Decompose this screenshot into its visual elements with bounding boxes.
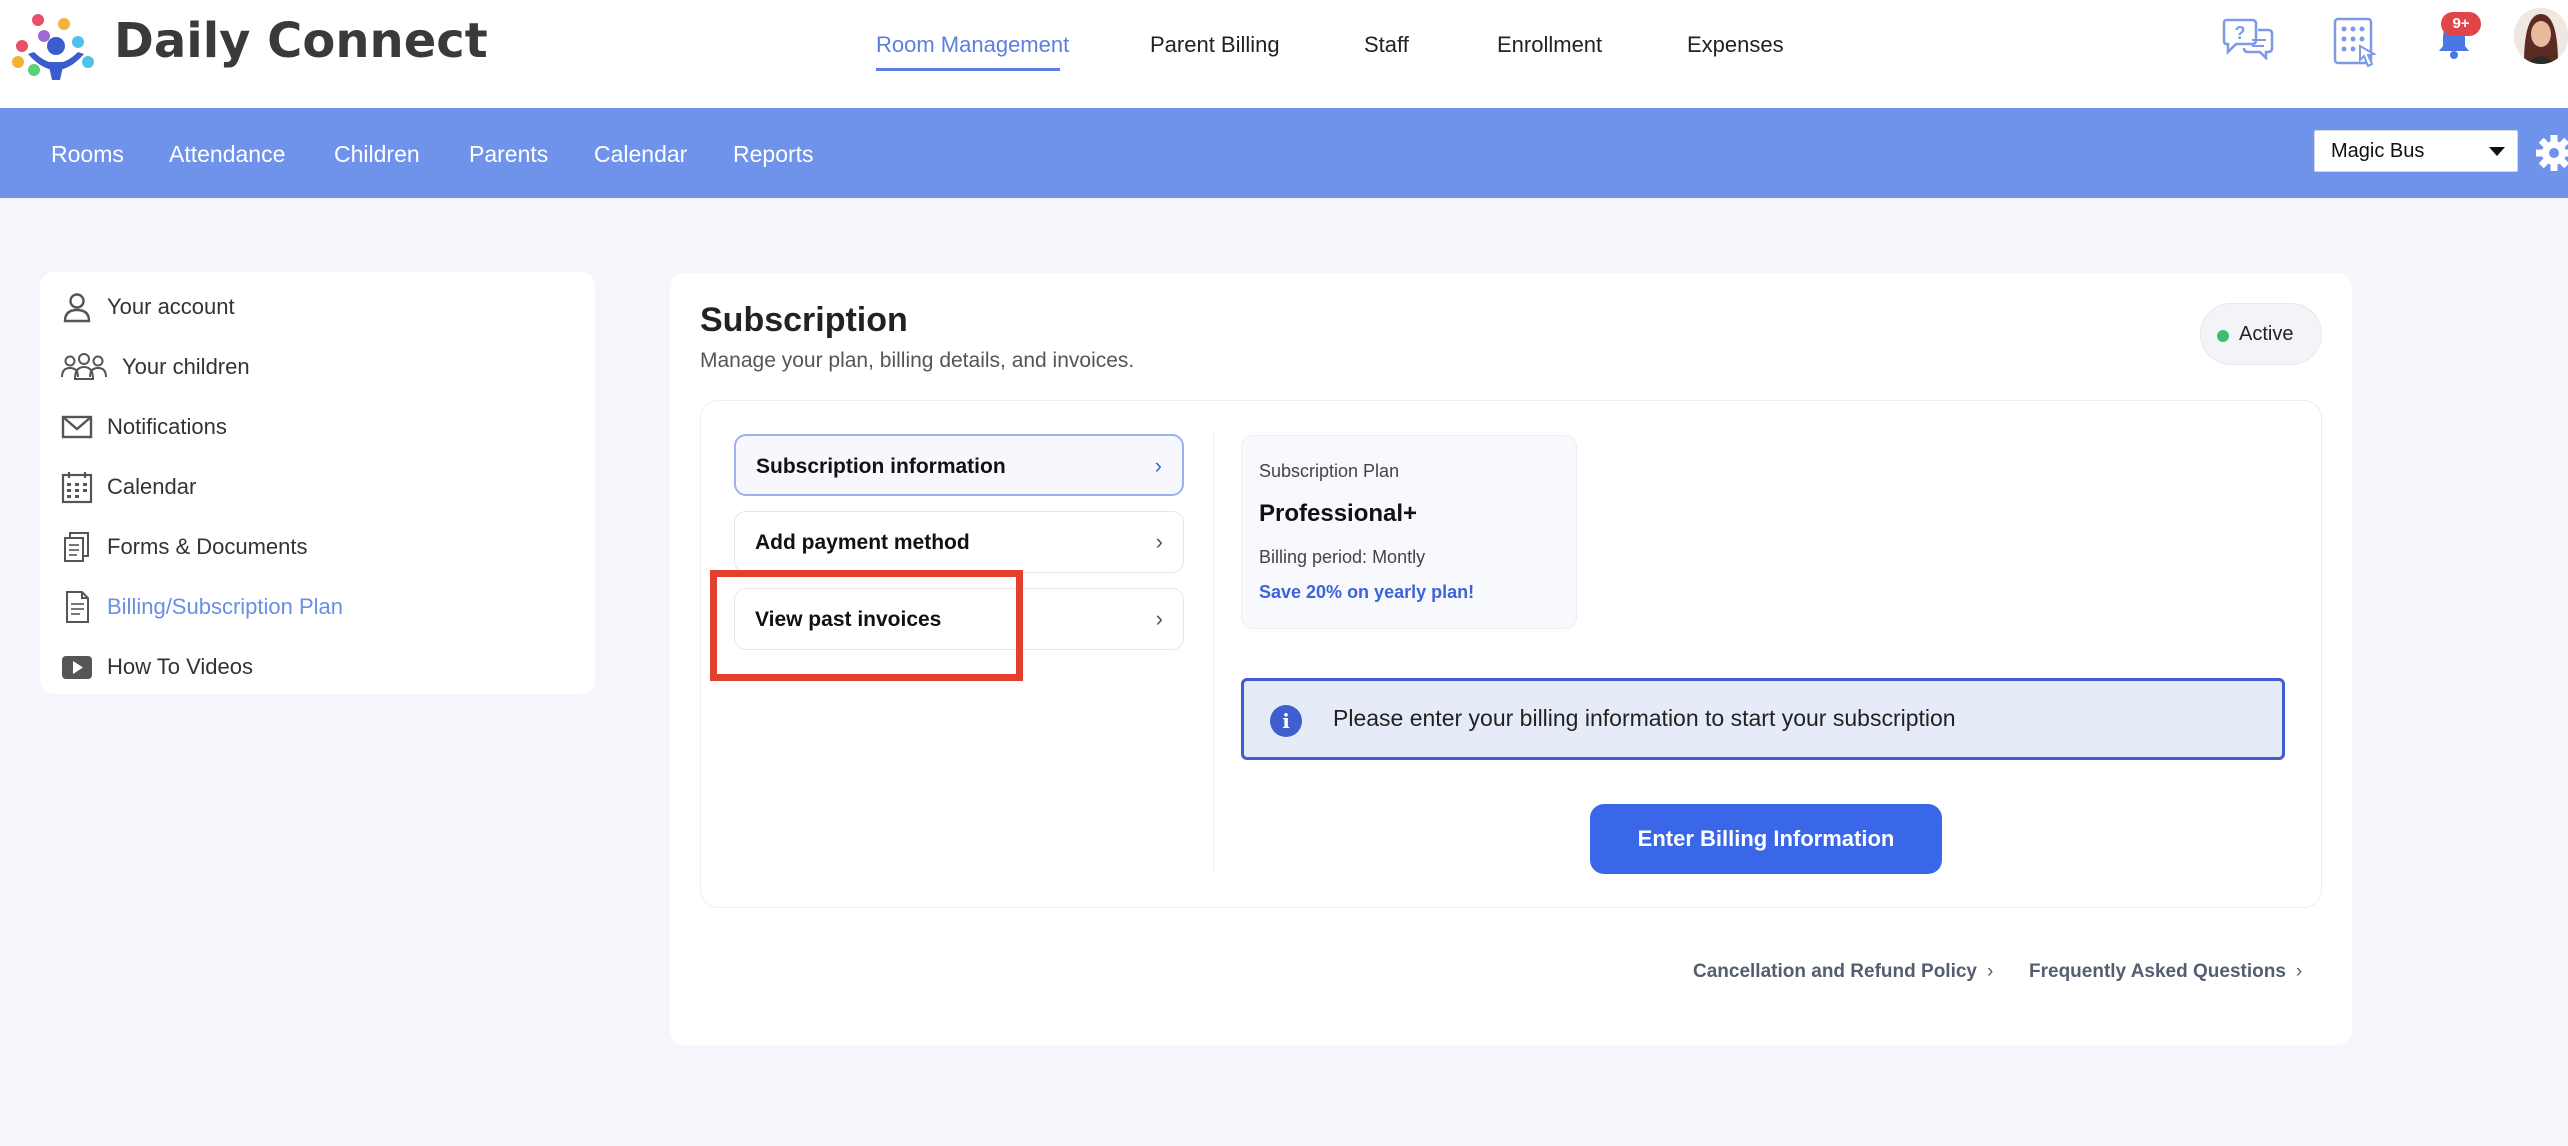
active-nav-underline bbox=[876, 68, 1060, 71]
menu-label: Subscription information bbox=[756, 455, 1006, 478]
keypad-icon[interactable] bbox=[2332, 16, 2384, 70]
chat-help-icon[interactable]: ? bbox=[2222, 16, 2274, 60]
sidebar-item-label: Billing/Subscription Plan bbox=[107, 594, 344, 619]
sidebar-item-label: Your account bbox=[107, 294, 235, 319]
status-label: Active bbox=[2239, 323, 2294, 345]
billing-period: Billing period: Montly bbox=[1259, 547, 1426, 567]
person-icon bbox=[63, 293, 91, 323]
sidebar-item-label: Forms & Documents bbox=[107, 534, 308, 559]
envelope-icon bbox=[61, 415, 93, 439]
chevron-right-icon: › bbox=[1155, 529, 1163, 554]
info-icon: i bbox=[1270, 705, 1302, 737]
sidebar-item-your-account[interactable]: Your account bbox=[40, 278, 595, 334]
sidebar-item-label: Notifications bbox=[107, 414, 227, 439]
plan-name: Professional+ bbox=[1259, 500, 1418, 527]
daily-connect-logo-icon[interactable] bbox=[8, 8, 98, 82]
invoice-icon bbox=[66, 591, 89, 623]
plan-caption: Subscription Plan bbox=[1259, 461, 1400, 481]
sidebar-item-forms-documents[interactable]: Forms & Documents bbox=[40, 518, 595, 574]
chevron-right-icon: › bbox=[2295, 961, 2303, 982]
chevron-right-icon: › bbox=[1154, 453, 1162, 478]
view-past-invoices-button[interactable]: View past invoices › bbox=[734, 588, 1184, 650]
sidebar-item-how-to-videos[interactable]: How To Videos bbox=[40, 638, 595, 694]
nav-room-management[interactable]: Room Management bbox=[876, 30, 1069, 60]
menu-label: Add payment method bbox=[755, 531, 970, 554]
sidebar-item-label: Your children bbox=[122, 354, 250, 379]
nav-expenses[interactable]: Expenses bbox=[1687, 30, 1784, 60]
app-title: Daily Connect bbox=[114, 13, 488, 69]
subnav-calendar[interactable]: Calendar bbox=[594, 140, 687, 168]
add-payment-method-button[interactable]: Add payment method › bbox=[734, 511, 1184, 573]
nav-parent-billing[interactable]: Parent Billing bbox=[1150, 30, 1280, 60]
gear-icon[interactable] bbox=[2528, 128, 2568, 178]
sidebar-item-your-children[interactable]: Your children bbox=[40, 338, 595, 394]
sidebar-item-calendar[interactable]: Calendar bbox=[40, 458, 595, 514]
sidebar-item-notifications[interactable]: Notifications bbox=[40, 398, 595, 454]
video-icon bbox=[62, 656, 92, 679]
link-label: Frequently Asked Questions bbox=[2029, 961, 2286, 982]
subnav-attendance[interactable]: Attendance bbox=[169, 140, 285, 168]
account-sidebar: Your account Your children Notifications bbox=[40, 272, 595, 694]
calendar-icon bbox=[61, 472, 93, 504]
menu-label: View past invoices bbox=[755, 608, 942, 631]
panel-divider bbox=[1213, 433, 1214, 871]
page-subtitle: Manage your plan, billing details, and i… bbox=[700, 349, 1135, 372]
chevron-right-icon: › bbox=[1155, 606, 1163, 631]
status-dot-icon bbox=[2217, 330, 2229, 342]
school-select-value: Magic Bus bbox=[2331, 140, 2425, 162]
subscription-information-button[interactable]: Subscription information › bbox=[734, 434, 1184, 496]
billing-info-alert: i Please enter your billing information … bbox=[1241, 678, 2285, 760]
chevron-right-icon: › bbox=[1987, 961, 1994, 982]
school-select[interactable]: Magic Bus bbox=[2314, 130, 2518, 172]
user-avatar[interactable] bbox=[2514, 8, 2568, 64]
subscription-panel: Subscription information › Add payment m… bbox=[700, 400, 2322, 908]
sidebar-item-label: How To Videos bbox=[107, 654, 253, 679]
subnav-children[interactable]: Children bbox=[334, 140, 420, 168]
sidebar-item-label: Calendar bbox=[107, 474, 197, 499]
faq-link[interactable]: Frequently Asked Questions › bbox=[2029, 961, 2302, 983]
status-badge: Active bbox=[2200, 303, 2322, 365]
subnav-rooms[interactable]: Rooms bbox=[51, 140, 124, 168]
notification-badge: 9+ bbox=[2441, 12, 2481, 36]
page-title: Subscription bbox=[700, 301, 908, 339]
chevron-down-icon bbox=[2489, 147, 2505, 156]
link-label: Cancellation and Refund Policy bbox=[1693, 961, 1977, 982]
subscription-card: Subscription Manage your plan, billing d… bbox=[670, 273, 2352, 1045]
subnav-reports[interactable]: Reports bbox=[733, 140, 814, 168]
plan-card: Subscription Plan Professional+ Billing … bbox=[1241, 435, 1577, 629]
subnav-parents[interactable]: Parents bbox=[469, 140, 548, 168]
avatar-image bbox=[2514, 8, 2568, 64]
svg-text:?: ? bbox=[2235, 23, 2246, 43]
nav-enrollment[interactable]: Enrollment bbox=[1497, 30, 1602, 60]
children-icon bbox=[61, 353, 107, 380]
alert-message: Please enter your billing information to… bbox=[1333, 705, 1956, 731]
yearly-plan-promo: Save 20% on yearly plan! bbox=[1259, 582, 1475, 602]
cancellation-refund-policy-link[interactable]: Cancellation and Refund Policy › bbox=[1693, 961, 1993, 983]
sidebar-item-billing-subscription[interactable]: Billing/Subscription Plan bbox=[40, 578, 595, 634]
top-header: Daily Connect Room Management Parent Bil… bbox=[0, 0, 2568, 110]
documents-icon bbox=[64, 532, 89, 562]
secondary-nav: Rooms Attendance Children Parents Calend… bbox=[0, 108, 2568, 198]
enter-billing-information-button[interactable]: Enter Billing Information bbox=[1590, 804, 1942, 874]
nav-staff[interactable]: Staff bbox=[1364, 30, 1409, 60]
